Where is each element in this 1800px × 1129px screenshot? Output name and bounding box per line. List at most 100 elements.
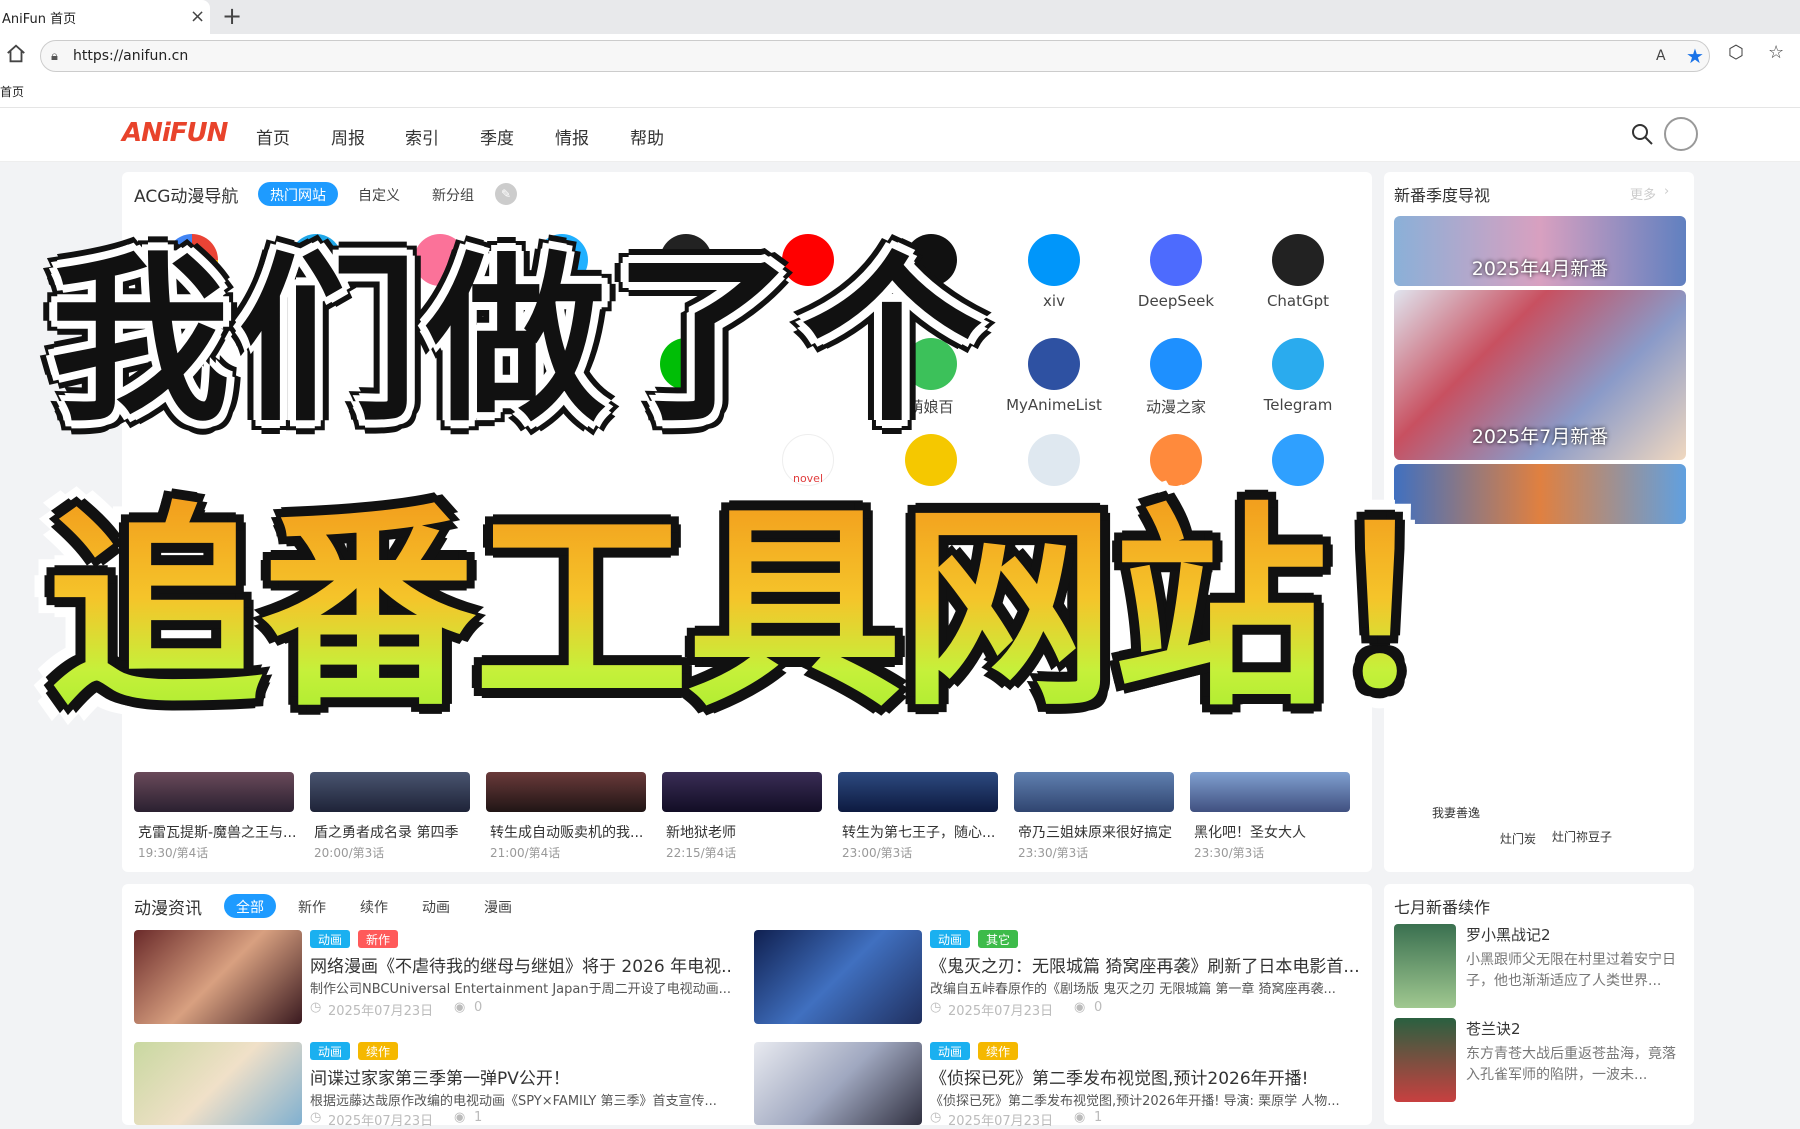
nav-news[interactable]: 情报	[555, 124, 589, 149]
news-summary: 根据远藤达哉原作改编的电视动画《SPY×FAMILY 第三季》首支宣传...	[310, 1094, 717, 1109]
news-summary: 《侦探已死》第二季发布视觉图,预计2026年开播! 导演: 栗原学 人物...	[930, 1094, 1340, 1109]
read-aloud-icon[interactable]: A	[1656, 48, 1666, 64]
anime-title[interactable]: 黑化吧！圣女大人	[1194, 822, 1364, 842]
tab-title: AniFun 首页	[2, 12, 77, 27]
myanimelist-icon[interactable]	[1028, 338, 1080, 390]
anime-title[interactable]: 转生成自动贩卖机的我...	[490, 822, 660, 842]
banner-label: 2025年7月新番	[1471, 426, 1609, 448]
anime-poster[interactable]	[838, 772, 998, 812]
anime-poster[interactable]	[1014, 772, 1174, 812]
anime-poster[interactable]	[134, 772, 294, 812]
anime-poster[interactable]	[662, 772, 822, 812]
news-title: 动漫资讯	[134, 899, 202, 919]
site-label-myanimelist: MyAnimeList	[1006, 396, 1102, 414]
anime-title[interactable]: 转生为第七王子，随心...	[842, 822, 1012, 842]
user-avatar[interactable]	[1664, 117, 1698, 151]
nav-weekly[interactable]: 周报	[331, 124, 365, 149]
user-name: 灶门炭	[1500, 832, 1537, 846]
deepseek-icon[interactable]	[1150, 234, 1202, 286]
lock-icon[interactable]: 🔒︎	[51, 49, 58, 64]
clock-icon: ◷	[310, 1110, 322, 1125]
sequel-title[interactable]: 罗小黑战记2	[1466, 924, 1551, 945]
browser-tab[interactable]: AniFun 首页 ×	[0, 0, 210, 34]
tag-sequel[interactable]: 续作	[978, 1042, 1019, 1060]
site-icon-orange[interactable]	[1150, 434, 1202, 486]
news-thumbnail[interactable]	[134, 1042, 302, 1125]
sequel-poster[interactable]	[1394, 1018, 1456, 1102]
news-headline[interactable]: 网络漫画《不虐待我的继母与继姐》将于 2026 年电视...	[310, 952, 730, 977]
tag-other[interactable]: 其它	[978, 930, 1019, 948]
anime-poster[interactable]	[1190, 772, 1350, 812]
nav-home[interactable]: 首页	[256, 124, 290, 149]
nav-season[interactable]: 季度	[480, 124, 514, 149]
site-header: ANiFUN 首页 周报 索引 季度 情报 帮助	[0, 108, 1800, 162]
site-icon-manga[interactable]	[1028, 434, 1080, 486]
pixiv-icon[interactable]	[1028, 234, 1080, 286]
tab-close-icon[interactable]: ×	[190, 6, 205, 27]
tab-hot-sites[interactable]: 热门网站	[258, 182, 338, 206]
search-icon[interactable]	[1630, 122, 1654, 146]
address-bar-row: 🔒︎ https://anifun.cn A ★ ⬡ ☆	[0, 34, 1800, 78]
anime-title[interactable]: 新地狱老师	[666, 822, 836, 842]
clock-icon: ◷	[930, 1000, 942, 1015]
edit-icon[interactable]: ✎	[495, 183, 517, 205]
sequel-poster[interactable]	[1394, 924, 1456, 1008]
user-name: 我妻善逸	[1432, 806, 1481, 820]
bookmark-bar: 首页	[0, 78, 1800, 108]
new-tab-button[interactable]: +	[222, 2, 242, 30]
home-icon[interactable]	[5, 43, 27, 65]
tab-custom[interactable]: 自定义	[346, 182, 412, 206]
news-tab-sequel[interactable]: 续作	[348, 894, 400, 918]
anime-title[interactable]: 盾之勇者成名录 第四季	[314, 822, 484, 842]
news-views: 0	[1094, 1000, 1103, 1015]
anime-poster[interactable]	[486, 772, 646, 812]
dmzj-icon[interactable]	[1150, 338, 1202, 390]
anime-poster[interactable]	[310, 772, 470, 812]
favorites-icon[interactable]: ☆	[1768, 42, 1784, 63]
sequel-title[interactable]: 苍兰诀2	[1466, 1018, 1521, 1039]
news-thumbnail[interactable]	[754, 1042, 922, 1125]
more-link[interactable]: 更多	[1630, 184, 1656, 203]
anime-time: 23:30/第3话	[1194, 846, 1265, 860]
chevron-right-icon[interactable]: ›	[1664, 184, 1669, 199]
telegram-icon[interactable]	[1272, 338, 1324, 390]
nav-help[interactable]: 帮助	[630, 124, 664, 149]
news-headline[interactable]: 《鬼灭之刃：无限城篇 猗窝座再袭》刷新了日本电影首...	[930, 952, 1360, 977]
news-tab-manga[interactable]: 漫画	[472, 894, 524, 918]
news-tab-new[interactable]: 新作	[286, 894, 338, 918]
nav-index[interactable]: 索引	[405, 124, 439, 149]
news-summary: 制作公司NBCUniversal Entertainment Japan于周二开…	[310, 982, 730, 997]
site-label-pixiv: xiv	[1043, 292, 1065, 310]
tab-new-group[interactable]: 新分组	[420, 182, 486, 206]
url-field[interactable]: 🔒︎ https://anifun.cn A ★	[40, 40, 1710, 72]
tag-anime[interactable]: 动画	[930, 930, 971, 948]
anime-title[interactable]: 克雷瓦提斯-魔兽之王与...	[138, 822, 308, 842]
user-name: 灶门祢豆子	[1552, 830, 1613, 844]
acg-nav-title: ACG动漫导航	[134, 187, 239, 207]
anime-title[interactable]: 帝乃三姐妹原来很好搞定	[1018, 822, 1188, 842]
url-text[interactable]: https://anifun.cn	[73, 48, 188, 64]
tag-anime[interactable]: 动画	[930, 1042, 971, 1060]
tag-anime[interactable]: 动画	[310, 1042, 351, 1060]
chatgpt-icon[interactable]	[1272, 234, 1324, 286]
season-banner-july[interactable]: 2025年7月新番	[1394, 290, 1686, 460]
news-headline[interactable]: 《侦探已死》第二季发布视觉图,预计2026年开播!	[930, 1064, 1360, 1089]
news-thumbnail[interactable]	[754, 930, 922, 1024]
news-thumbnail[interactable]	[134, 930, 302, 1024]
extensions-icon[interactable]: ⬡	[1728, 42, 1744, 63]
news-tab-anime[interactable]: 动画	[410, 894, 462, 918]
tag-new[interactable]: 新作	[358, 930, 399, 948]
tag-sequel[interactable]: 续作	[358, 1042, 399, 1060]
site-icon-blue[interactable]	[1272, 434, 1324, 486]
tag-anime[interactable]: 动画	[310, 930, 351, 948]
season-banner-april[interactable]: 2025年4月新番	[1394, 216, 1686, 286]
bookmark-home[interactable]: 首页	[0, 83, 24, 100]
site-label-chatgpt: ChatGpt	[1266, 292, 1330, 310]
sequel-desc: 东方青苍大战后重返苍盐海，竟落入孔雀军师的陷阱，一波未...	[1466, 1046, 1676, 1083]
site-logo[interactable]: ANiFUN	[122, 118, 228, 148]
news-tab-all[interactable]: 全部	[224, 894, 276, 918]
overlay-caption-line2: 追番工具网站！	[48, 484, 1541, 735]
clock-icon: ◷	[310, 1000, 322, 1015]
news-headline[interactable]: 间谍过家家第三季第一弹PV公开！	[310, 1064, 730, 1089]
favorite-star-icon[interactable]: ★	[1686, 44, 1704, 68]
